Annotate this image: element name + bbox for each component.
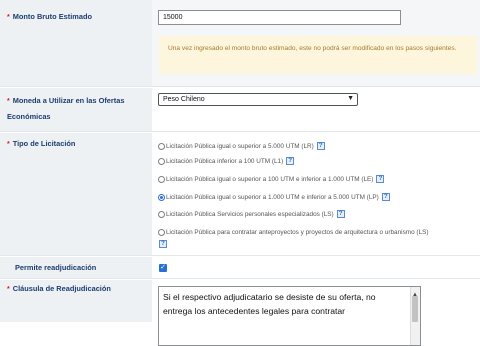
required-marker: * [7,98,10,105]
clausula-textarea[interactable]: Si el respectivo adjudicatario se desist… [158,286,421,346]
radio-label-ls-servicios: Licitación Pública Servicios personales … [166,210,334,218]
radio-label-ls-arquitectura: Licitación Pública para contratar antepr… [166,228,429,236]
label-moneda-text: Moneda a Utilizar en las Ofertas Económi… [7,96,125,121]
field-monto-bruto: Una vez ingresado el monto bruto estimad… [152,0,480,86]
textarea-scrollbar[interactable]: ▲ [410,287,420,345]
radio-label-l1: Licitación Pública inferior a 100 UTM (L… [166,157,284,165]
field-moneda: Peso Chileno ▼ [152,88,480,131]
radio-option-lr[interactable]: Licitación Pública igual o superior a 5.… [158,140,325,152]
row-tipo-licitacion: * Tipo de Licitación Licitación Pública i… [0,133,480,256]
field-tipo-licitacion: Licitación Pública igual o superior a 5.… [152,133,480,255]
label-clausula-text: Cláusula de Readjudicación [12,284,111,293]
row-monto-bruto: *Monto Bruto Estimado Una vez ingresado … [0,0,480,87]
help-icon[interactable]: ? [336,210,345,218]
label-tipo-licitacion-text: Tipo de Licitación [12,139,76,148]
radio-label-lp: Licitación Pública igual o superior a 1.… [166,193,379,201]
help-icon[interactable]: ? [159,240,167,248]
label-monto-bruto: * Monto Bruto Estimado [0,0,152,86]
moneda-select[interactable]: Peso Chileno ▼ [158,93,358,106]
radio-l1[interactable] [158,157,165,165]
radio-option-ls-servicios[interactable]: Licitación Pública Servicios personales … [158,208,345,220]
radio-ls-arquitectura[interactable] [158,228,165,236]
radio-le[interactable] [158,175,165,183]
radio-lr[interactable] [158,142,165,150]
radio-option-le[interactable]: Licitación Pública igual o superior a 10… [158,173,385,185]
required-marker: * [7,14,10,21]
readjudicacion-checkbox[interactable]: ✓ [159,264,167,272]
radio-option-lp[interactable]: Licitación Pública igual o superior a 1.… [158,191,390,203]
required-marker: * [7,141,10,148]
radio-label-lr: Licitación Pública igual o superior a 5.… [166,142,314,150]
radio-label-le: Licitación Pública igual o superior a 10… [166,175,374,183]
row-clausula: * Cláusula de Readjudicación Si el respec… [0,280,480,346]
row-readjudicacion: Permite readjudicación ✓ [0,257,480,279]
radio-lp[interactable] [158,193,165,201]
help-row-ls-arquitectura: ? [158,238,167,250]
label-monto-bruto-text: Monto Bruto Estimado [12,12,92,21]
help-icon[interactable]: ? [286,157,295,165]
label-moneda: * Moneda a Utilizar en las Ofertas Económ… [0,88,152,131]
help-icon[interactable]: ? [381,193,390,201]
help-icon[interactable]: ? [316,142,325,150]
row-moneda: * Moneda a Utilizar en las Ofertas Económ… [0,88,480,132]
monto-bruto-input[interactable] [158,10,401,25]
required-marker: * [7,286,10,293]
monto-notice: Una vez ingresado el monto bruto estimad… [159,36,477,74]
chevron-down-icon: ▼ [347,95,354,102]
scroll-thumb[interactable] [412,296,418,322]
moneda-select-value: Peso Chileno [163,96,205,103]
label-clausula: * Cláusula de Readjudicación [0,280,152,322]
radio-ls-servicios[interactable] [158,210,165,218]
label-readjudicacion: Permite readjudicación [0,257,152,278]
label-readjudicacion-text: Permite readjudicación [15,263,97,272]
licitacion-form: *Monto Bruto Estimado Una vez ingresado … [0,0,480,346]
label-tipo-licitacion: * Tipo de Licitación [0,133,152,255]
help-icon[interactable]: ? [376,175,385,183]
field-clausula: Si el respectivo adjudicatario se desist… [152,280,480,346]
radio-option-l1[interactable]: Licitación Pública inferior a 100 UTM (L… [158,155,295,167]
radio-option-ls-arquitectura[interactable]: Licitación Pública para contratar antepr… [158,226,429,238]
field-readjudicacion: ✓ [152,257,480,278]
clausula-text: Si el respectivo adjudicatario se desist… [163,292,376,316]
